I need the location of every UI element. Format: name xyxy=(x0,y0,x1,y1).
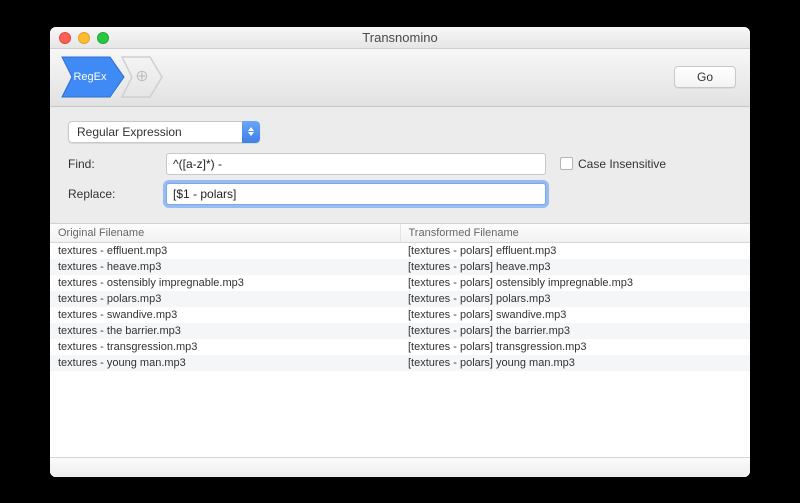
zoom-icon[interactable] xyxy=(97,32,109,44)
replace-input[interactable] xyxy=(166,183,546,205)
cell-transformed: [textures - polars] swandive.mp3 xyxy=(400,307,750,323)
table-row[interactable]: textures - effluent.mp3[textures - polar… xyxy=(50,243,750,259)
table-row[interactable]: textures - transgression.mp3[textures - … xyxy=(50,339,750,355)
cell-transformed: [textures - polars] heave.mp3 xyxy=(400,259,750,275)
table-footer xyxy=(50,457,750,477)
results-table: Original Filename Transformed Filename t… xyxy=(50,223,750,477)
mode-select-value: Regular Expression xyxy=(68,121,242,143)
toolbar: RegEx ⊕ Go xyxy=(50,49,750,107)
replace-label: Replace: xyxy=(68,187,158,201)
case-insensitive-label: Case Insensitive xyxy=(578,157,666,171)
table-body[interactable]: textures - effluent.mp3[textures - polar… xyxy=(50,243,750,457)
find-row: Find: Case Insensitive xyxy=(68,153,732,175)
window-title: Transnomino xyxy=(362,30,437,45)
checkbox-icon xyxy=(560,157,573,170)
cell-original: textures - swandive.mp3 xyxy=(50,307,400,323)
add-step-button[interactable]: ⊕ xyxy=(120,55,164,99)
cell-original: textures - transgression.mp3 xyxy=(50,339,400,355)
titlebar: Transnomino xyxy=(50,27,750,49)
find-label: Find: xyxy=(68,157,158,171)
minimize-icon[interactable] xyxy=(78,32,90,44)
cell-original: textures - young man.mp3 xyxy=(50,355,400,371)
app-window: Transnomino RegEx ⊕ Go Regular Expressio… xyxy=(50,27,750,477)
table-row[interactable]: textures - the barrier.mp3[textures - po… xyxy=(50,323,750,339)
table-row[interactable]: textures - polars.mp3[textures - polars]… xyxy=(50,291,750,307)
table-row[interactable]: textures - young man.mp3[textures - pola… xyxy=(50,355,750,371)
go-button[interactable]: Go xyxy=(674,66,736,88)
step-regex[interactable]: RegEx xyxy=(60,55,126,99)
close-icon[interactable] xyxy=(59,32,71,44)
table-row[interactable]: textures - heave.mp3[textures - polars] … xyxy=(50,259,750,275)
cell-transformed: [textures - polars] effluent.mp3 xyxy=(400,243,750,259)
plus-icon: ⊕ xyxy=(133,68,151,86)
cell-transformed: [textures - polars] transgression.mp3 xyxy=(400,339,750,355)
chevron-up-down-icon xyxy=(242,121,260,143)
cell-original: textures - polars.mp3 xyxy=(50,291,400,307)
cell-transformed: [textures - polars] polars.mp3 xyxy=(400,291,750,307)
cell-original: textures - the barrier.mp3 xyxy=(50,323,400,339)
cell-transformed: [textures - polars] the barrier.mp3 xyxy=(400,323,750,339)
case-insensitive-option[interactable]: Case Insensitive xyxy=(560,157,666,171)
table-row[interactable]: textures - swandive.mp3[textures - polar… xyxy=(50,307,750,323)
table-header: Original Filename Transformed Filename xyxy=(50,224,750,243)
cell-transformed: [textures - polars] ostensibly impregnab… xyxy=(400,275,750,291)
traffic-lights xyxy=(59,32,109,44)
cell-transformed: [textures - polars] young man.mp3 xyxy=(400,355,750,371)
mode-select[interactable]: Regular Expression xyxy=(68,121,260,143)
replace-row: Replace: xyxy=(68,183,732,205)
cell-original: textures - heave.mp3 xyxy=(50,259,400,275)
find-input[interactable] xyxy=(166,153,546,175)
col-original[interactable]: Original Filename xyxy=(50,224,401,242)
controls-panel: Regular Expression Find: Case Insensitiv… xyxy=(50,107,750,223)
table-row[interactable]: textures - ostensibly impregnable.mp3[te… xyxy=(50,275,750,291)
cell-original: textures - ostensibly impregnable.mp3 xyxy=(50,275,400,291)
col-transformed[interactable]: Transformed Filename xyxy=(401,224,751,242)
cell-original: textures - effluent.mp3 xyxy=(50,243,400,259)
step-label: RegEx xyxy=(73,71,112,83)
